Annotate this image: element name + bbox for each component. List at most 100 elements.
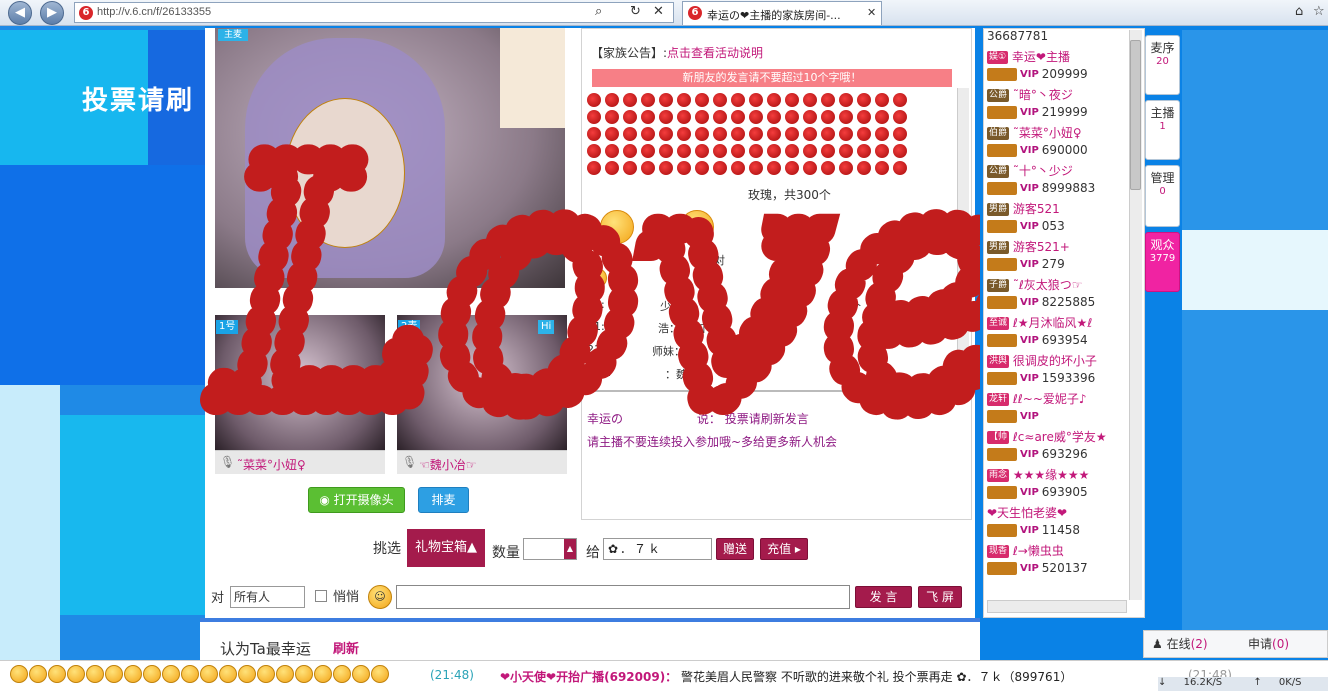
user-row-meta[interactable]: VIP 219999 — [987, 105, 1088, 124]
marquee-host[interactable]: ❤小天使❤开抬广播(692009)： — [500, 670, 677, 684]
network-speed: ↓ 16.2K/S ↑ 0K/S — [1158, 677, 1328, 691]
user-row-meta[interactable]: VIP 279 — [987, 257, 1065, 276]
vip-badge: VIP — [1020, 373, 1039, 384]
gift-box-button[interactable]: 礼物宝箱▲ — [407, 529, 485, 567]
cam-1-name[interactable]: ˜菜菜°小妞♀ — [237, 456, 306, 473]
user-row-name[interactable]: 雨念 ★★★缘★★★ — [987, 466, 1089, 485]
chat-scrollbar[interactable] — [957, 88, 969, 378]
tab-online-count: (2) — [1190, 637, 1208, 651]
rose-icon — [659, 144, 673, 158]
stop-icon[interactable]: ✕ — [653, 4, 664, 19]
favorites-icon[interactable]: ☆ — [1313, 4, 1325, 19]
speak-button[interactable]: 发 言 — [855, 586, 912, 608]
emoticon-icon — [67, 665, 85, 683]
search-icon[interactable]: ⌕ — [595, 4, 602, 19]
user-list-hscrollbar[interactable] — [987, 600, 1127, 613]
browser-tab[interactable]: 6 幸运の❤主播的家族房间-... ✕ — [682, 1, 882, 25]
user-row-meta[interactable]: VIP 520137 — [987, 561, 1088, 580]
recharge-button[interactable]: 充值 ▸ — [760, 538, 808, 560]
family-badge: 雨念 — [987, 469, 1010, 482]
user-row-name[interactable]: 【帅 ℓc≈are威°学友★ — [987, 428, 1107, 447]
gift-recipient-input[interactable]: ✿．７ｋ — [603, 538, 712, 560]
user-row-meta[interactable]: VIP 693954 — [987, 333, 1088, 352]
user-row-name[interactable]: 至诚 ℓ★月沐临风★ℓ — [987, 314, 1092, 333]
rose-icon — [641, 127, 655, 141]
user-name: ℓc≈are威°学友★ — [1012, 430, 1107, 444]
user-row-meta[interactable]: VIP — [987, 409, 1042, 428]
forward-button[interactable]: ▶ — [40, 1, 64, 25]
mic-icon[interactable]: 🎙 — [402, 455, 417, 469]
user-row-name[interactable]: 洪舆 很调皮的坏小子 — [987, 352, 1097, 371]
user-row-meta[interactable]: VIP 8999883 — [987, 181, 1095, 200]
user-row-meta[interactable]: VIP 053 — [987, 219, 1065, 238]
chat-text: 师妹：是 — [652, 345, 696, 358]
tab-audience[interactable]: 观众 3779 — [1145, 232, 1180, 292]
fly-screen-button[interactable]: 飞 屏 — [918, 586, 962, 608]
close-tab-icon[interactable]: ✕ — [867, 6, 876, 19]
notice-link[interactable]: 点击查看活动说明 — [667, 46, 763, 60]
user-row-meta[interactable]: VIP 209999 — [987, 67, 1088, 86]
rose-icon — [677, 161, 691, 175]
user-id: 36687781 — [987, 29, 1049, 43]
user-row-meta[interactable]: VIP 11458 — [987, 523, 1080, 542]
cam-2[interactable] — [397, 315, 567, 450]
page-background-right — [1182, 30, 1328, 630]
user-row-name[interactable]: 公爵 ˜十°丶少ジ — [987, 162, 1073, 181]
refresh-icon[interactable]: ↻ — [630, 4, 641, 19]
tab-mic-queue[interactable]: 麦序 20 — [1145, 35, 1180, 95]
whisper-checkbox[interactable] — [315, 590, 327, 602]
queue-button[interactable]: 排麦 — [418, 487, 469, 513]
rose-icon — [803, 110, 817, 124]
user-row-name[interactable]: 娱① 幸运❤主播 — [987, 48, 1070, 67]
send-gift-button[interactable]: 赠送 — [716, 538, 754, 560]
chat-target-select[interactable]: 所有人 — [230, 586, 305, 608]
user-row-name[interactable]: 龙轩 ℓℓ~~爱妮子♪ — [987, 390, 1087, 409]
address-bar[interactable]: 6 http://v.6.cn/f/26133355 ⌕ ↻ ✕ — [74, 2, 674, 23]
emoji-icon[interactable]: ☺ — [368, 585, 392, 609]
cam-1[interactable] — [215, 315, 385, 450]
upload-icon: ↑ — [1253, 677, 1262, 688]
emoticon-icon — [352, 665, 370, 683]
emoticon-icon — [276, 665, 294, 683]
open-camera-button[interactable]: ◉ 打开摄像头 — [308, 487, 405, 513]
user-row-meta[interactable]: VIP 8225885 — [987, 295, 1095, 314]
user-row-meta[interactable]: VIP 693905 — [987, 485, 1088, 504]
tab-hosts[interactable]: 主播 1 — [1145, 100, 1180, 160]
tab-apply[interactable]: 申请(0) — [1248, 635, 1289, 652]
main-mic-badge: 主麦 — [218, 29, 248, 41]
user-row-name[interactable]: ❤天生怕老婆❤ — [987, 504, 1067, 523]
chat-user[interactable]: 幸运の — [587, 412, 623, 426]
chat-splitter[interactable] — [582, 390, 972, 392]
cam-2-tag: 2麦 — [398, 320, 421, 334]
user-row-meta[interactable]: VIP 1593396 — [987, 371, 1095, 390]
user-row-meta[interactable]: VIP 693296 — [987, 447, 1088, 466]
mic-icon[interactable]: 🎙 — [220, 455, 235, 469]
back-button[interactable]: ◀ — [8, 1, 32, 25]
home-icon[interactable]: ⌂ — [1295, 4, 1303, 19]
user-row-meta[interactable]: 36687781 — [987, 29, 1048, 48]
user-row-name[interactable]: 子爵 ˜ℓ灰太狼つ☞ — [987, 276, 1083, 295]
emoticon-icon — [200, 665, 218, 683]
vip-badge: VIP — [1020, 487, 1039, 498]
user-row-name[interactable]: 男爵 游客521 — [987, 200, 1060, 219]
refresh-link[interactable]: 刷新 — [333, 638, 359, 657]
upload-speed: ↑ 0K/S — [1253, 677, 1315, 688]
user-list-scroll-thumb[interactable] — [1130, 40, 1141, 190]
quantity-dropdown-icon[interactable]: ▲ — [564, 539, 576, 559]
user-row-name[interactable]: 伯爵 ˜菜菜°小妞♀ — [987, 124, 1082, 143]
emoticon-icon — [371, 665, 389, 683]
user-row-name[interactable]: 现香 ℓ→懒虫虫 — [987, 542, 1064, 561]
rose-icon — [839, 161, 853, 175]
quantity-input[interactable]: ▲ — [523, 538, 577, 560]
user-row-name[interactable]: 男爵 游客521+ — [987, 238, 1070, 257]
tab-admins[interactable]: 管理 0 — [1145, 165, 1180, 227]
rose-icon — [857, 93, 871, 107]
user-row-name[interactable]: 公爵 ˜暗°丶夜ジ — [987, 86, 1073, 105]
cam-2-name[interactable]: ☜魏小冶☞ — [419, 456, 477, 473]
user-row-meta[interactable]: VIP 690000 — [987, 143, 1088, 162]
tab-online[interactable]: ♟ 在线(2) — [1152, 635, 1208, 652]
rank-icon — [987, 144, 1017, 157]
user-id: 693954 — [1041, 333, 1088, 347]
emoticon-icon — [181, 665, 199, 683]
message-input[interactable] — [396, 585, 850, 609]
